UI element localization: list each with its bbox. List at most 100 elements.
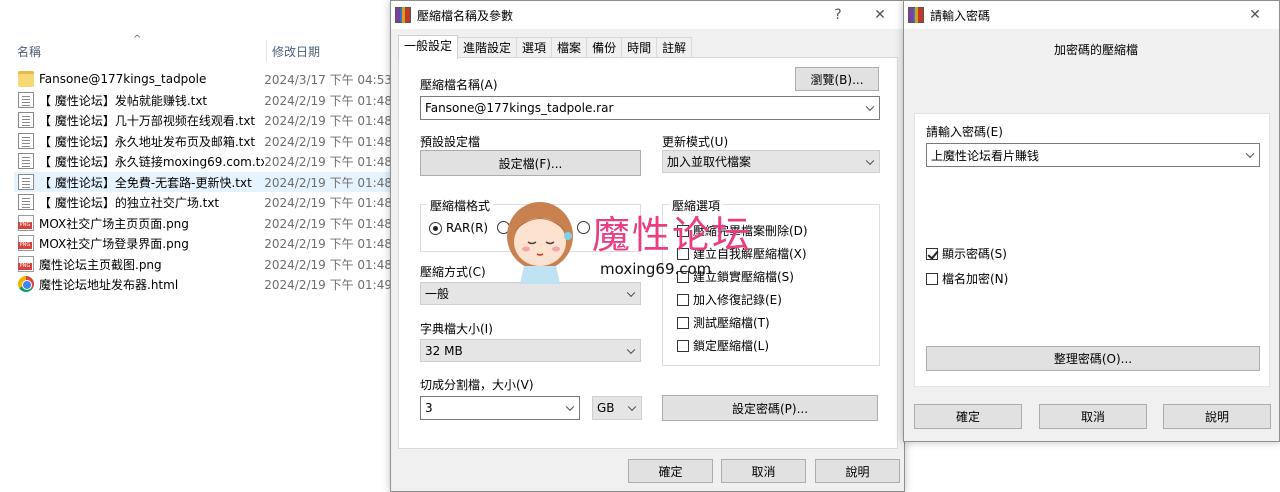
checkbox-unchecked-icon bbox=[926, 272, 938, 285]
dialog-titlebar[interactable]: 請輸入密碼 ✕ bbox=[904, 1, 1279, 29]
set-password-button[interactable]: 設定密碼(P)... bbox=[662, 395, 878, 421]
update-mode-select[interactable]: 加入並取代檔案 bbox=[662, 150, 880, 173]
update-mode-value: 加入並取代檔案 bbox=[667, 155, 752, 169]
general-tab-panel: 壓縮檔名稱(A) 瀏覽(B)... Fansone@177kings_tadpo… bbox=[398, 57, 898, 449]
file-row[interactable]: Fansone@177kings_tadpole 2024/3/17 下午 04… bbox=[14, 69, 392, 89]
file-row[interactable]: 魔性论坛地址发布器.html 2024/2/19 下午 01:49 bbox=[14, 274, 392, 294]
tab-advanced[interactable]: 進階設定 bbox=[457, 37, 518, 59]
file-row-selected[interactable]: 【 魔性论坛】全免費-无套路-更新快.txt 2024/2/19 下午 01:4… bbox=[14, 172, 392, 192]
profile-button[interactable]: 設定檔(F)... bbox=[420, 150, 641, 176]
format-rar4-radio[interactable] bbox=[497, 221, 514, 234]
password-panel: 請輸入密碼(E) 上魔性论坛看片賺钱 顯示密碼(S) 檔名加密(N) 整理密碼(… bbox=[914, 113, 1270, 387]
split-volume-value: 3 bbox=[425, 401, 433, 415]
text-file-icon bbox=[18, 153, 34, 169]
help-button[interactable]: 說明 bbox=[1163, 404, 1271, 429]
archive-format-group: 壓縮檔格式 RAR(R) bbox=[420, 197, 641, 252]
chrome-html-icon bbox=[18, 276, 34, 292]
split-unit-select[interactable]: GB bbox=[592, 396, 642, 420]
file-date: 2024/2/19 下午 01:48 bbox=[264, 113, 392, 128]
archive-name-combobox[interactable]: Fansone@177kings_tadpole.rar bbox=[420, 96, 880, 120]
chevron-down-icon bbox=[865, 102, 875, 112]
help-question-icon[interactable]: ? bbox=[828, 5, 848, 25]
encrypt-filenames-checkbox[interactable]: 檔名加密(N) bbox=[926, 270, 1008, 287]
enter-password-dialog: 請輸入密碼 ✕ 加密碼的壓縮檔 請輸入密碼(E) 上魔性论坛看片賺钱 顯示密碼(… bbox=[903, 0, 1280, 442]
png-image-icon bbox=[18, 256, 34, 272]
dictionary-size-select[interactable]: 32 MB bbox=[420, 339, 641, 362]
chevron-down-icon bbox=[627, 402, 637, 412]
checkbox-unchecked-icon bbox=[677, 247, 689, 260]
winrar-icon bbox=[908, 7, 924, 23]
column-header-name[interactable]: 名稱 bbox=[17, 43, 41, 60]
file-row[interactable]: 【 魔性论坛】发帖就能赚钱.txt 2024/2/19 下午 01:48 bbox=[14, 90, 392, 110]
ok-button[interactable]: 確定 bbox=[914, 404, 1022, 429]
format-zip-radio[interactable] bbox=[577, 221, 594, 234]
tab-options[interactable]: 選項 bbox=[516, 37, 553, 59]
archive-options-group: 壓縮選項 壓縮完畢檔案刪除(D) 建立自我解壓縮檔(X) 建立鎖實壓縮檔(S) … bbox=[662, 197, 880, 366]
file-name: 【 魔性论坛】永久地址发布页及邮箱.txt bbox=[39, 134, 256, 149]
cancel-button[interactable]: 取消 bbox=[721, 459, 806, 483]
file-row[interactable]: MOX社交广场登录界面.png 2024/2/19 下午 01:48 bbox=[14, 233, 392, 253]
radio-unselected-icon bbox=[577, 221, 590, 234]
cancel-button[interactable]: 取消 bbox=[1039, 404, 1147, 429]
file-date: 2024/2/19 下午 01:49 bbox=[264, 277, 392, 292]
show-password-checkbox[interactable]: 顯示密碼(S) bbox=[926, 245, 1007, 262]
file-row[interactable]: 【 魔性论坛】永久地址发布页及邮箱.txt 2024/2/19 下午 01:48 bbox=[14, 131, 392, 151]
file-row[interactable]: 魔性论坛主页截图.png 2024/2/19 下午 01:48 bbox=[14, 254, 392, 274]
chevron-down-icon bbox=[865, 156, 875, 165]
file-date: 2024/2/19 下午 01:48 bbox=[264, 154, 392, 169]
split-volume-combobox[interactable]: 3 bbox=[420, 396, 580, 420]
lock-archive-checkbox[interactable]: 鎖定壓縮檔(L) bbox=[677, 337, 769, 354]
ok-button[interactable]: 確定 bbox=[628, 459, 713, 483]
file-row[interactable]: MOX社交广场主页页面.png 2024/2/19 下午 01:48 bbox=[14, 213, 392, 233]
checkbox-unchecked-icon bbox=[677, 293, 689, 306]
tab-comment[interactable]: 註解 bbox=[656, 37, 693, 59]
recovery-record-checkbox[interactable]: 加入修復記錄(E) bbox=[677, 291, 782, 308]
text-file-icon bbox=[18, 92, 34, 108]
browse-button[interactable]: 瀏覽(B)... bbox=[795, 67, 879, 91]
create-solid-label: 建立鎖實壓縮檔(S) bbox=[693, 270, 794, 284]
file-date: 2024/3/17 下午 04:53 bbox=[264, 72, 392, 87]
winrar-icon bbox=[395, 7, 411, 23]
compression-method-select[interactable]: 一般 bbox=[420, 282, 641, 305]
file-name: 【 魔性论坛】几十万部视频在线观看.txt bbox=[39, 113, 256, 128]
tab-time[interactable]: 時間 bbox=[621, 37, 658, 59]
password-combobox[interactable]: 上魔性论坛看片賺钱 bbox=[926, 143, 1260, 167]
archive-format-title: 壓縮檔格式 bbox=[427, 197, 494, 214]
text-file-icon bbox=[18, 133, 34, 149]
organize-passwords-button[interactable]: 整理密碼(O)... bbox=[926, 346, 1260, 371]
close-icon[interactable]: ✕ bbox=[870, 5, 890, 25]
file-name: 【 魔性论坛】的独立社交广场.txt bbox=[39, 195, 220, 210]
png-image-icon bbox=[18, 215, 34, 231]
file-row[interactable]: 【 魔性论坛】永久链接moxing69.com.txt 2024/2/19 下午… bbox=[14, 151, 392, 171]
checkbox-unchecked-icon bbox=[677, 339, 689, 352]
tab-backup[interactable]: 備份 bbox=[586, 37, 623, 59]
file-name: 【 魔性论坛】全免費-无套路-更新快.txt bbox=[39, 175, 252, 190]
file-name: MOX社交广场登录界面.png bbox=[39, 236, 189, 251]
column-separator[interactable] bbox=[266, 40, 267, 62]
format-rar-radio[interactable]: RAR(R) bbox=[429, 221, 488, 235]
password-value: 上魔性论坛看片賺钱 bbox=[931, 148, 1040, 163]
help-button[interactable]: 說明 bbox=[815, 459, 900, 483]
archive-name-label: 壓縮檔名稱(A) bbox=[420, 78, 498, 92]
test-archive-checkbox[interactable]: 測試壓縮檔(T) bbox=[677, 314, 770, 331]
archive-options-title: 壓縮選項 bbox=[669, 197, 724, 214]
create-solid-checkbox[interactable]: 建立鎖實壓縮檔(S) bbox=[677, 268, 794, 285]
file-row[interactable]: 【 魔性论坛】几十万部视频在线观看.txt 2024/2/19 下午 01:48 bbox=[14, 110, 392, 130]
dialog-titlebar[interactable]: 壓縮檔名稱及參數 ? ✕ bbox=[391, 1, 904, 29]
create-sfx-checkbox[interactable]: 建立自我解壓縮檔(X) bbox=[677, 245, 807, 262]
show-password-label: 顯示密碼(S) bbox=[942, 247, 1007, 261]
checkbox-unchecked-icon bbox=[677, 316, 689, 329]
sort-ascending-icon[interactable]: ^ bbox=[133, 34, 141, 45]
checkbox-unchecked-icon bbox=[677, 270, 689, 283]
delete-after-label: 壓縮完畢檔案刪除(D) bbox=[693, 224, 808, 238]
close-icon[interactable]: ✕ bbox=[1245, 5, 1265, 25]
file-date: 2024/2/19 下午 01:48 bbox=[264, 257, 392, 272]
tab-general[interactable]: 一般設定 bbox=[398, 35, 459, 59]
encrypted-archive-heading: 加密碼的壓縮檔 bbox=[1054, 43, 1139, 57]
dictionary-size-label: 字典檔大小(I) bbox=[420, 322, 493, 336]
folder-icon bbox=[18, 71, 34, 87]
delete-after-checkbox[interactable]: 壓縮完畢檔案刪除(D) bbox=[677, 222, 808, 239]
file-row[interactable]: 【 魔性论坛】的独立社交广场.txt 2024/2/19 下午 01:48 bbox=[14, 192, 392, 212]
column-header-date[interactable]: 修改日期 bbox=[272, 43, 320, 60]
tab-files[interactable]: 檔案 bbox=[551, 37, 588, 59]
